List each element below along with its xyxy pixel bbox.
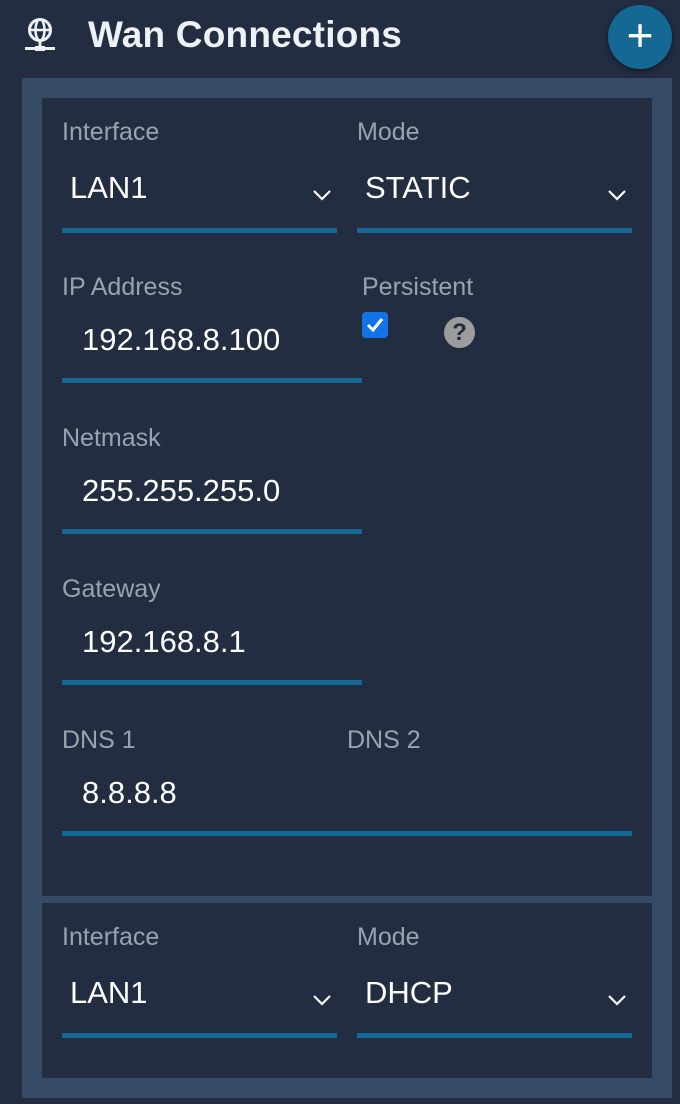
ip-address-underline (62, 378, 362, 383)
ip-address-label: IP Address (62, 273, 183, 301)
mode-label: Mode (357, 118, 420, 146)
gateway-underline (62, 680, 362, 685)
mode-label: Mode (357, 923, 420, 951)
mode-select[interactable]: STATIC (357, 162, 632, 233)
interface-underline (62, 1033, 337, 1038)
mode-value: STATIC (365, 170, 471, 205)
dns1-label: DNS 1 (62, 726, 136, 754)
interface-value: LAN1 (70, 975, 148, 1010)
interface-label: Interface (62, 118, 160, 146)
checkmark-icon (366, 318, 384, 333)
interface-label: Interface (62, 923, 160, 951)
interface-select[interactable]: LAN1 (62, 967, 337, 1038)
dns-underline (62, 831, 632, 836)
mode-value: DHCP (365, 975, 453, 1010)
ip-address-field[interactable]: 192.168.8.100 (62, 318, 362, 385)
page-title: Wan Connections (88, 14, 403, 55)
netmask-label: Netmask (62, 424, 161, 452)
dns1-value: 8.8.8.8 (82, 775, 177, 810)
gateway-field[interactable]: 192.168.8.1 (62, 620, 362, 687)
gateway-value: 192.168.8.1 (82, 624, 246, 659)
add-connection-button[interactable]: + (608, 5, 672, 69)
persistent-label: Persistent (362, 273, 474, 301)
chevron-down-icon (313, 995, 331, 1006)
interface-underline (62, 228, 337, 233)
netmask-underline (62, 529, 362, 534)
connection-card: Interface LAN1 Mode STATIC IP Address 19… (42, 98, 652, 896)
interface-value: LAN1 (70, 170, 148, 205)
dns2-label: DNS 2 (347, 726, 421, 754)
help-icon[interactable]: ? (444, 317, 475, 348)
netmask-value: 255.255.255.0 (82, 473, 281, 508)
network-globe-icon (25, 18, 55, 51)
chevron-down-icon (608, 190, 626, 201)
plus-icon: + (626, 9, 654, 61)
ip-address-value: 192.168.8.100 (82, 322, 281, 357)
mode-underline (357, 228, 632, 233)
dns1-field[interactable]: 8.8.8.8 (62, 771, 347, 838)
persistent-checkbox[interactable] (362, 312, 388, 338)
chevron-down-icon (313, 190, 331, 201)
connection-card: Interface LAN1 Mode DHCP (42, 903, 652, 1078)
chevron-down-icon (608, 995, 626, 1006)
mode-select[interactable]: DHCP (357, 967, 632, 1038)
gateway-label: Gateway (62, 575, 161, 603)
connections-panel: Interface LAN1 Mode STATIC IP Address 19… (22, 78, 672, 1098)
mode-underline (357, 1033, 632, 1038)
app-header: Wan Connections + (0, 0, 680, 78)
dns2-field[interactable] (347, 771, 632, 838)
interface-select[interactable]: LAN1 (62, 162, 337, 233)
netmask-field[interactable]: 255.255.255.0 (62, 469, 362, 536)
